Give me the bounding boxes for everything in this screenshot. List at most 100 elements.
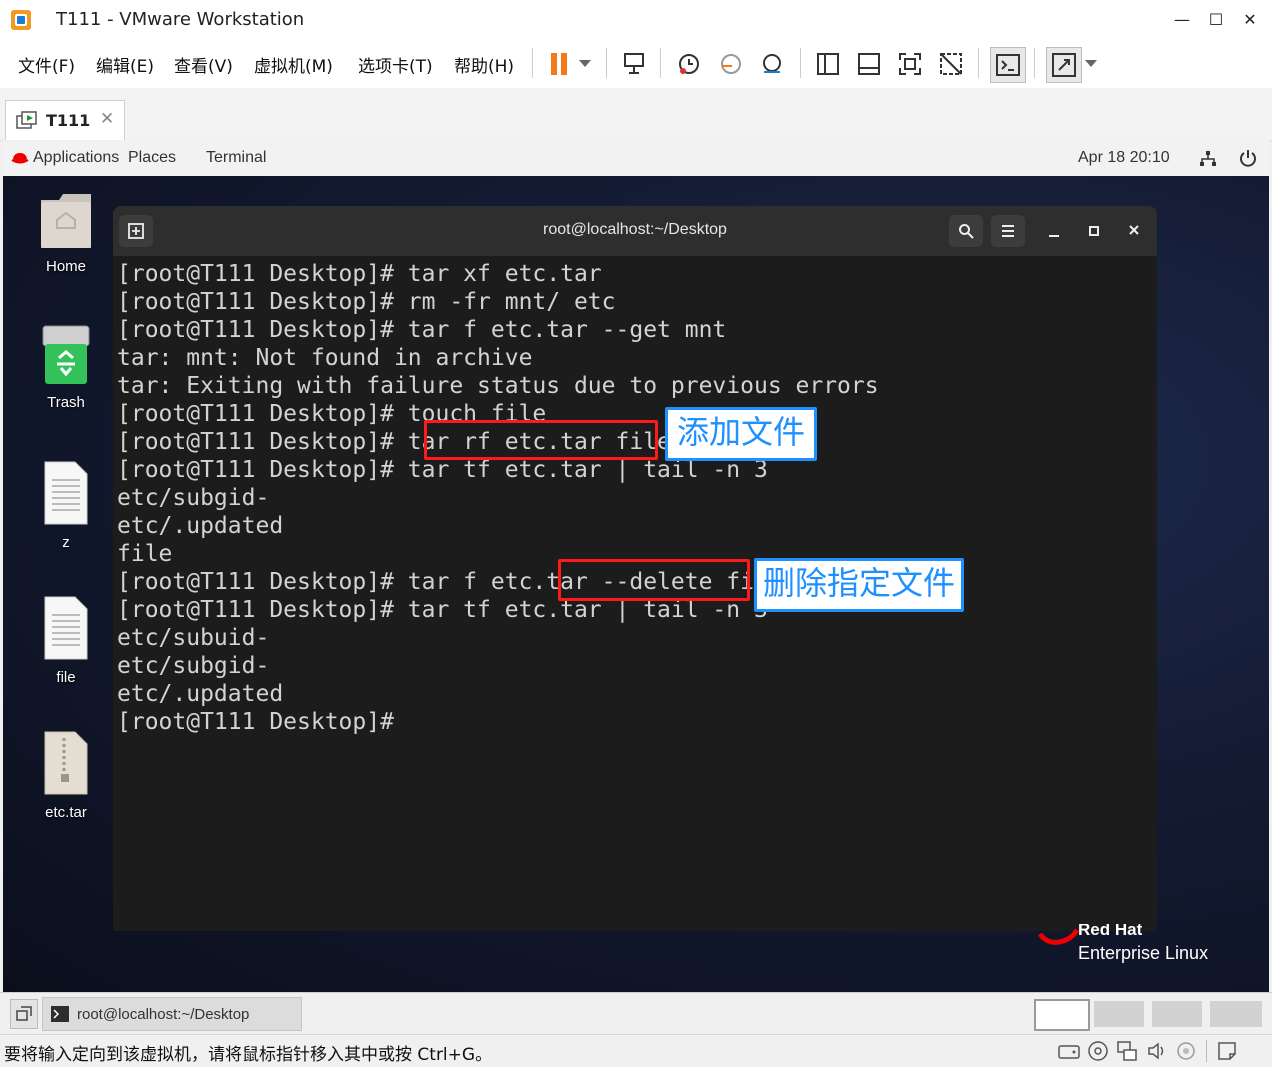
guest-taskbar: root@localhost:~/Desktop (0, 992, 1272, 1035)
search-button[interactable] (949, 215, 983, 247)
stretch-dropdown-icon[interactable] (1080, 47, 1102, 81)
desktop-icon-label: Home (45, 258, 86, 275)
title-bar: T111 - VMware Workstation — ☐ ✕ (0, 0, 1272, 40)
desktop-icon-label: file (56, 669, 76, 686)
terminal-line: tar: Exiting with failure status due to … (117, 373, 879, 399)
desktop-icon-etc-tar[interactable]: etc.tar (21, 730, 111, 821)
annotation-label-delete: 删除指定文件 (754, 558, 964, 612)
hamburger-icon (1002, 225, 1014, 237)
taskbar-item-label: root@localhost:~/Desktop (77, 1006, 250, 1023)
terminal-line: etc/.updated (117, 513, 284, 539)
terminal-line: [root@T111 Desktop]# tar xf etc.tar (117, 261, 602, 287)
message-log-icon[interactable] (1216, 1040, 1238, 1062)
workspace-4[interactable] (1210, 1001, 1262, 1027)
minimize-icon (1049, 235, 1059, 237)
menu-help[interactable]: 帮助(H) (454, 52, 514, 77)
tab-t111[interactable]: T111 ✕ (5, 100, 125, 141)
tab-strip (0, 88, 1272, 141)
show-desktop-button[interactable] (10, 999, 38, 1029)
places-menu[interactable]: Places (128, 149, 176, 167)
hamburger-menu-button[interactable] (991, 215, 1025, 247)
toolbar-separator (800, 48, 801, 78)
terminal-line: [root@T111 Desktop]# tar f etc.tar --get… (117, 317, 727, 343)
terminal-line: etc/subgid- (117, 653, 270, 679)
window-restore-icon (16, 1006, 32, 1021)
menu-file[interactable]: 文件(F) (18, 52, 75, 77)
maximize-icon (1089, 226, 1099, 236)
desktop-icon-label: Trash (47, 394, 85, 411)
toolbar-separator (532, 48, 533, 78)
desktop-icon-z[interactable]: z (21, 460, 111, 551)
power-icon[interactable] (1239, 149, 1257, 167)
redhat-product-name: Enterprise Linux (1078, 943, 1209, 963)
terminal-header: root@localhost:~/Desktop (113, 206, 1157, 256)
terminal-close-button[interactable] (1123, 220, 1145, 242)
send-ctrl-alt-del-icon[interactable] (617, 47, 651, 81)
desktop-icon-trash[interactable]: Trash (21, 324, 111, 411)
show-library-icon[interactable] (811, 47, 845, 81)
cd-dvd-icon[interactable] (1087, 1040, 1109, 1062)
sound-icon[interactable] (1146, 1040, 1168, 1062)
console-view-icon[interactable] (990, 47, 1026, 83)
taskbar-terminal-item[interactable]: root@localhost:~/Desktop (42, 997, 302, 1031)
maximize-button[interactable]: ☐ (1202, 8, 1230, 32)
toolbar-separator (606, 48, 607, 78)
terminal-maximize-button[interactable] (1083, 220, 1105, 242)
terminal-minimize-button[interactable] (1043, 220, 1065, 242)
network-icon[interactable] (1199, 150, 1217, 168)
toolbar-separator (978, 48, 979, 78)
terminal-icon (51, 1006, 69, 1022)
toolbar-separator (660, 48, 661, 78)
snapshot-manager-icon[interactable] (755, 47, 789, 81)
workspace-2[interactable] (1094, 1001, 1144, 1027)
stretch-guest-icon[interactable] (1046, 47, 1082, 83)
desktop-icon-file[interactable]: file (21, 595, 111, 686)
redhat-hat-icon (11, 153, 29, 164)
snapshot-icon[interactable] (672, 47, 706, 81)
close-window-button[interactable]: ✕ (1236, 8, 1264, 32)
terminal-line: etc/subuid- (117, 625, 270, 651)
trash-icon (42, 325, 90, 384)
revert-snapshot-icon[interactable] (714, 47, 748, 81)
show-thumbnails-icon[interactable] (852, 47, 886, 81)
annotation-red-box-delete (558, 559, 750, 601)
network-adapter-icon[interactable] (1116, 1040, 1138, 1062)
full-screen-icon[interactable] (893, 47, 927, 81)
clock[interactable]: Apr 18 20:10 (1078, 149, 1170, 167)
desktop-icon-label: z (62, 534, 70, 551)
terminal-app-menu[interactable]: Terminal (206, 149, 266, 167)
pause-dropdown-icon[interactable] (570, 47, 600, 81)
vm-running-icon (16, 111, 37, 129)
workspace-3[interactable] (1152, 1001, 1202, 1027)
minimize-button[interactable]: — (1168, 8, 1196, 32)
applications-menu[interactable]: Applications (33, 149, 119, 167)
archive-file-icon (44, 731, 88, 795)
vmware-logo-icon (11, 10, 31, 30)
desktop-icon-home[interactable]: Home (21, 190, 111, 275)
guest-display[interactable]: Applications Places Terminal Apr 18 20:1… (3, 140, 1269, 992)
terminal-line: tar: mnt: Not found in archive (117, 345, 533, 371)
search-icon (959, 224, 974, 239)
annotation-red-box-add (424, 420, 658, 460)
menu-vm[interactable]: 虚拟机(M) (254, 52, 333, 77)
unity-icon[interactable] (934, 47, 968, 81)
menu-edit[interactable]: 编辑(E) (96, 52, 154, 77)
terminal-line: [root@T111 Desktop]# (117, 709, 394, 735)
tab-label: T111 (46, 111, 91, 130)
menu-view[interactable]: 查看(V) (174, 52, 233, 77)
close-icon (1129, 225, 1139, 235)
status-separator (1206, 1040, 1207, 1062)
close-tab-icon[interactable]: ✕ (100, 109, 114, 129)
usb-device-icon[interactable] (1175, 1040, 1197, 1062)
hard-disk-icon[interactable] (1058, 1041, 1080, 1061)
text-file-icon (44, 461, 88, 525)
redhat-logo-icon (1037, 928, 1079, 945)
menu-tabs[interactable]: 选项卡(T) (358, 52, 433, 77)
text-file-icon (44, 596, 88, 660)
workspace-1[interactable] (1034, 999, 1090, 1031)
redhat-wordmark: Red Hat (1078, 924, 1143, 938)
window-title: T111 - VMware Workstation (56, 9, 305, 30)
terminal-line: [root@T111 Desktop]# rm -fr mnt/ etc (117, 289, 616, 315)
terminal-line: etc/.updated (117, 681, 284, 707)
gnome-top-bar: Applications Places Terminal Apr 18 20:1… (3, 140, 1269, 177)
